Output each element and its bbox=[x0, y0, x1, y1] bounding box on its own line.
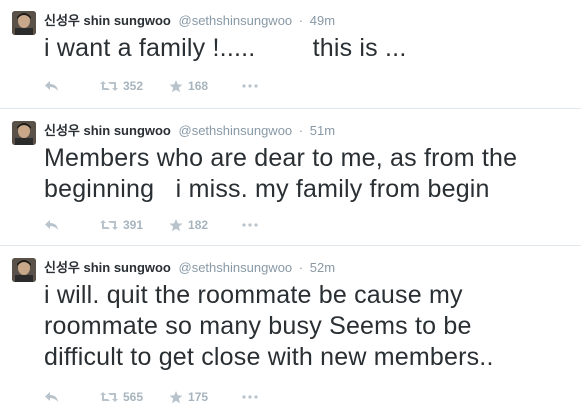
reply-button[interactable] bbox=[44, 80, 62, 92]
retweet-button[interactable]: 565 bbox=[100, 390, 143, 404]
reply-icon bbox=[45, 220, 58, 230]
retweet-icon bbox=[100, 220, 118, 230]
avatar[interactable] bbox=[12, 121, 36, 145]
more-dots-icon bbox=[242, 84, 258, 88]
retweet-button[interactable]: 391 bbox=[100, 218, 143, 232]
favorite-count: 175 bbox=[188, 390, 209, 404]
user-handle[interactable]: @sethshinsungwoo bbox=[179, 123, 293, 138]
timestamp[interactable]: 49m bbox=[310, 13, 335, 28]
more-dots-icon bbox=[242, 223, 258, 227]
avatar[interactable] bbox=[12, 11, 36, 35]
favorite-count: 182 bbox=[188, 218, 209, 232]
tweet-header: 신성우 shin sungwoo @sethshinsungwoo · 49m bbox=[44, 12, 335, 30]
tweet-text: Members who are dear to me, as from the … bbox=[44, 144, 518, 203]
tweet-text: i want a family !..... this is ... bbox=[44, 34, 407, 62]
user-handle[interactable]: @sethshinsungwoo bbox=[179, 260, 293, 275]
tweet-actions: 391 182 bbox=[44, 215, 276, 235]
tweet[interactable]: 신성우 shin sungwoo @sethshinsungwoo · 51m … bbox=[0, 109, 581, 246]
timestamp[interactable]: 52m bbox=[310, 260, 335, 275]
tweet[interactable]: 신성우 shin sungwoo @sethshinsungwoo · 52m … bbox=[0, 246, 581, 418]
tweet-header: 신성우 shin sungwoo @sethshinsungwoo · 51m bbox=[44, 122, 335, 140]
user-name[interactable]: 신성우 shin sungwoo bbox=[44, 13, 171, 28]
retweet-count: 565 bbox=[123, 390, 144, 404]
tweet-text: i will. quit the roommate be cause my ro… bbox=[44, 281, 494, 371]
more-button[interactable] bbox=[242, 395, 258, 399]
separator: · bbox=[298, 13, 304, 28]
user-name[interactable]: 신성우 shin sungwoo bbox=[44, 123, 171, 138]
star-icon bbox=[169, 218, 183, 231]
more-button[interactable] bbox=[242, 223, 258, 227]
timestamp[interactable]: 51m bbox=[310, 123, 335, 138]
favorite-button[interactable]: 168 bbox=[169, 79, 208, 93]
star-icon bbox=[169, 390, 183, 403]
retweet-icon bbox=[100, 81, 118, 91]
user-name[interactable]: 신성우 shin sungwoo bbox=[44, 260, 171, 275]
retweet-count: 352 bbox=[123, 79, 144, 93]
reply-button[interactable] bbox=[44, 391, 62, 403]
more-button[interactable] bbox=[242, 84, 258, 88]
avatar[interactable] bbox=[12, 258, 36, 282]
tweet[interactable]: 신성우 shin sungwoo @sethshinsungwoo · 49m … bbox=[0, 0, 581, 109]
tweet-feed: 신성우 shin sungwoo @sethshinsungwoo · 49m … bbox=[0, 0, 581, 418]
separator: · bbox=[298, 260, 304, 275]
favorite-count: 168 bbox=[188, 79, 209, 93]
favorite-button[interactable]: 182 bbox=[169, 218, 208, 232]
reply-button[interactable] bbox=[44, 219, 62, 231]
user-handle[interactable]: @sethshinsungwoo bbox=[179, 13, 293, 28]
favorite-button[interactable]: 175 bbox=[169, 390, 208, 404]
retweet-count: 391 bbox=[123, 218, 144, 232]
reply-icon bbox=[45, 392, 58, 402]
tweet-header: 신성우 shin sungwoo @sethshinsungwoo · 52m bbox=[44, 259, 335, 277]
retweet-icon bbox=[100, 392, 118, 402]
retweet-button[interactable]: 352 bbox=[100, 79, 143, 93]
more-dots-icon bbox=[242, 395, 258, 399]
separator: · bbox=[298, 123, 304, 138]
star-icon bbox=[169, 79, 183, 92]
tweet-actions: 352 168 bbox=[44, 76, 276, 96]
reply-icon bbox=[45, 81, 58, 91]
tweet-actions: 565 175 bbox=[44, 387, 276, 407]
